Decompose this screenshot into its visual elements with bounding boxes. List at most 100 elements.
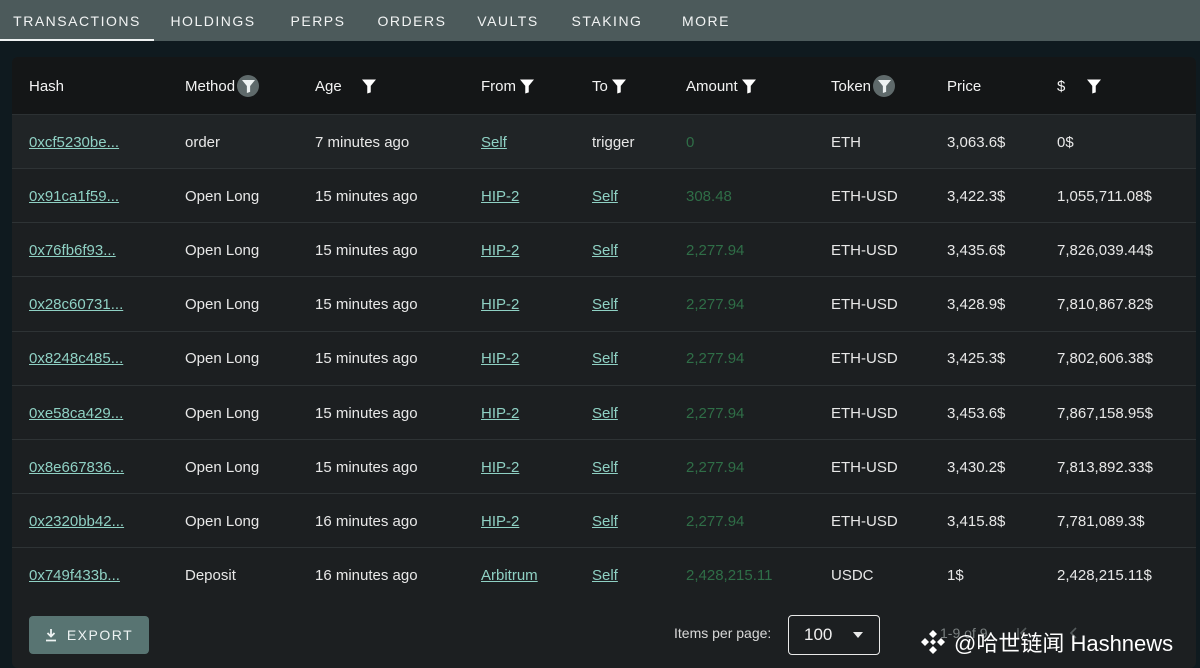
usd-value-cell: 7,802,606.38$ bbox=[1057, 350, 1153, 368]
price-cell: 3,435.6$ bbox=[947, 241, 1006, 259]
to-link[interactable]: Self bbox=[592, 386, 618, 440]
tab-vaults[interactable]: VAULTS bbox=[460, 0, 556, 41]
column-label: To bbox=[592, 77, 608, 95]
age-cell: 7 minutes ago bbox=[315, 133, 410, 151]
to-cell: trigger bbox=[592, 133, 635, 151]
filter-icon[interactable] bbox=[237, 75, 260, 97]
price-cell: 3,453.6$ bbox=[947, 404, 1006, 422]
hash-link[interactable]: 0x91ca1f59... bbox=[29, 169, 119, 223]
age-cell: 15 minutes ago bbox=[315, 241, 418, 259]
usd-value-cell: 7,826,039.44$ bbox=[1057, 241, 1153, 259]
hash-link[interactable]: 0x8248c485... bbox=[29, 332, 123, 386]
column-label: Token bbox=[831, 77, 872, 95]
hash-link[interactable]: 0xcf5230be... bbox=[29, 115, 119, 169]
column-label: From bbox=[481, 77, 516, 95]
export-label: EXPORT bbox=[66, 627, 134, 643]
from-link[interactable]: Arbitrum bbox=[481, 549, 538, 603]
download-icon bbox=[45, 628, 56, 641]
items-per-page-select[interactable]: 100 bbox=[788, 615, 880, 655]
tab-more[interactable]: MORE bbox=[658, 0, 754, 41]
to-link[interactable]: Self bbox=[592, 549, 618, 603]
age-cell: 16 minutes ago bbox=[315, 512, 418, 530]
column-label: $ bbox=[1057, 77, 1066, 95]
hash-link[interactable]: 0xe58ca429... bbox=[29, 386, 123, 440]
from-link[interactable]: HIP-2 bbox=[481, 494, 519, 548]
hash-link[interactable]: 0x749f433b... bbox=[29, 549, 120, 603]
hash-link[interactable]: 0x28c60731... bbox=[29, 278, 123, 332]
export-button[interactable]: EXPORT bbox=[29, 616, 149, 654]
filter-icon[interactable] bbox=[1087, 79, 1102, 94]
method-cell: Open Long bbox=[185, 350, 260, 368]
column-header-to: To bbox=[592, 57, 626, 115]
from-link[interactable]: HIP-2 bbox=[481, 169, 519, 223]
method-cell: Open Long bbox=[185, 296, 260, 314]
amount-cell: 2,277.94 bbox=[686, 241, 745, 259]
amount-cell: 2,277.94 bbox=[686, 404, 745, 422]
amount-cell: 2,428,215.11 bbox=[686, 567, 773, 585]
price-cell: 3,430.2$ bbox=[947, 458, 1006, 476]
hash-link[interactable]: 0x8e667836... bbox=[29, 440, 124, 494]
usd-value-cell: 7,810,867.82$ bbox=[1057, 296, 1153, 314]
to-link[interactable]: Self bbox=[592, 440, 618, 494]
amount-cell: 2,277.94 bbox=[686, 458, 745, 476]
column-header-amount: Amount bbox=[686, 57, 756, 115]
filter-icon[interactable] bbox=[520, 79, 534, 94]
hash-link[interactable]: 0x2320bb42... bbox=[29, 494, 124, 548]
to-link[interactable]: Self bbox=[592, 223, 618, 277]
from-link[interactable]: HIP-2 bbox=[481, 223, 519, 277]
tab-transactions[interactable]: TRANSACTIONS bbox=[0, 0, 154, 41]
to-link[interactable]: Self bbox=[592, 169, 618, 223]
column-header-token: Token bbox=[831, 57, 896, 115]
usd-value-cell: 0$ bbox=[1057, 133, 1074, 151]
from-link[interactable]: HIP-2 bbox=[481, 332, 519, 386]
from-link[interactable]: HIP-2 bbox=[481, 386, 519, 440]
amount-cell: 308.48 bbox=[686, 187, 732, 205]
column-header-price: Price bbox=[947, 57, 981, 115]
table-row: 0x76fb6f93... Open Long 15 minutes ago HIP-… bbox=[12, 223, 1196, 278]
age-cell: 15 minutes ago bbox=[315, 458, 418, 476]
column-label: Price bbox=[947, 77, 982, 95]
tab-staking[interactable]: STAKING bbox=[556, 0, 658, 41]
column-header-usd: $ bbox=[1057, 57, 1102, 115]
age-cell: 15 minutes ago bbox=[315, 187, 418, 205]
amount-cell: 2,277.94 bbox=[686, 350, 745, 368]
filter-icon[interactable] bbox=[611, 79, 626, 94]
token-cell: ETH bbox=[831, 133, 861, 151]
hash-link[interactable]: 0x76fb6f93... bbox=[29, 223, 116, 277]
token-cell: ETH-USD bbox=[831, 241, 898, 259]
watermark-text: @哈世链闻 Hashnews bbox=[954, 631, 1174, 656]
to-link[interactable]: Self bbox=[592, 494, 618, 548]
column-header-hash: Hash bbox=[29, 57, 64, 115]
filter-icon[interactable] bbox=[361, 79, 376, 94]
price-cell: 3,428.9$ bbox=[947, 296, 1006, 314]
price-cell: 3,425.3$ bbox=[947, 350, 1006, 368]
usd-value-cell: 7,867,158.95$ bbox=[1057, 404, 1153, 422]
filter-icon[interactable] bbox=[873, 75, 896, 97]
filter-icon[interactable] bbox=[741, 79, 756, 94]
tab-perps[interactable]: PERPS bbox=[272, 0, 364, 41]
tab-holdings[interactable]: HOLDINGS bbox=[154, 0, 272, 41]
from-link[interactable]: HIP-2 bbox=[481, 278, 519, 332]
price-cell: 1$ bbox=[947, 567, 964, 585]
column-label: Age bbox=[315, 77, 342, 95]
table-row: 0x8e667836... Open Long 15 minutes ago HIP-… bbox=[12, 440, 1196, 495]
age-cell: 15 minutes ago bbox=[315, 296, 418, 314]
from-link[interactable]: HIP-2 bbox=[481, 440, 519, 494]
age-cell: 15 minutes ago bbox=[315, 404, 418, 422]
to-link[interactable]: Self bbox=[592, 278, 618, 332]
usd-value-cell: 1,055,711.08$ bbox=[1057, 187, 1152, 205]
to-link[interactable]: Self bbox=[592, 332, 618, 386]
token-cell: ETH-USD bbox=[831, 296, 898, 314]
from-link[interactable]: Self bbox=[481, 115, 507, 169]
table-header: Hash Method Age From To Amount Token Pri… bbox=[12, 57, 1196, 115]
token-cell: ETH-USD bbox=[831, 350, 898, 368]
transactions-table: Hash Method Age From To Amount Token Pri… bbox=[12, 57, 1196, 668]
column-label: Method bbox=[185, 77, 236, 95]
method-cell: Open Long bbox=[185, 187, 260, 205]
watermark: @哈世链闻 Hashnews bbox=[918, 626, 1173, 658]
price-cell: 3,415.8$ bbox=[947, 512, 1006, 530]
tab-orders[interactable]: ORDERS bbox=[364, 0, 460, 41]
table-row: 0xcf5230be... order 7 minutes ago Self trigg… bbox=[12, 115, 1196, 169]
method-cell: Open Long bbox=[185, 458, 260, 476]
method-cell: order bbox=[185, 133, 221, 151]
